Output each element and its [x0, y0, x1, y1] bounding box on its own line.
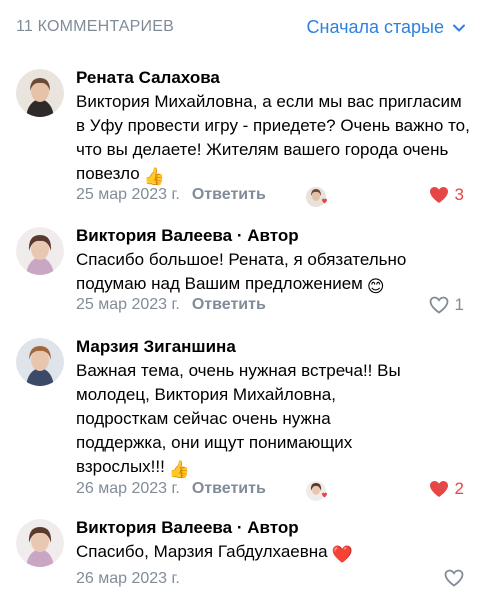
- comment-author[interactable]: Марзия Зиганшина: [76, 337, 236, 357]
- comment-text: Виктория Михайловна, а если мы вас пригл…: [76, 90, 472, 189]
- like-button[interactable]: [444, 569, 464, 587]
- avatar[interactable]: [16, 69, 64, 117]
- like-button[interactable]: 3: [429, 185, 464, 205]
- sort-order-label: Сначала старые: [306, 17, 444, 37]
- like-count: 2: [454, 479, 464, 498]
- thumbs-up-emoji-icon: 👍: [168, 460, 191, 479]
- author-name: Виктория Валеева: [76, 518, 233, 537]
- comment-date: 26 мар 2023 г.: [76, 480, 180, 497]
- comment-author[interactable]: Виктория Валеева · Автор: [76, 518, 299, 538]
- avatar[interactable]: [16, 227, 64, 275]
- heart-outline-icon: [444, 569, 464, 587]
- comment-text: Важная тема, очень нужная встреча!! Вы м…: [76, 359, 416, 482]
- heart-outline-icon: [429, 296, 448, 314]
- comments-count: 11 КОММЕНТАРИЕВ: [16, 18, 174, 35]
- comment-meta: 25 мар 2023 г. Ответить: [76, 186, 266, 204]
- reply-button[interactable]: Ответить: [192, 296, 266, 314]
- reply-button[interactable]: Ответить: [192, 186, 266, 204]
- comment-date: 25 мар 2023 г.: [76, 296, 180, 313]
- comment-body: Виктория Михайловна, а если мы вас пригл…: [76, 92, 470, 183]
- comment-body: Спасибо большое! Рената, я обязательно п…: [76, 250, 407, 293]
- comment-text: Спасибо большое! Рената, я обязательно п…: [76, 248, 472, 299]
- like-button[interactable]: 1: [429, 295, 464, 315]
- heart-filled-icon: [429, 187, 448, 203]
- smile-emoji-icon: 😊: [366, 277, 385, 296]
- comments-header: 11 КОММЕНТАРИЕВ Сначала старые: [0, 0, 482, 56]
- comment-date: 25 мар 2023 г.: [76, 186, 180, 203]
- like-button[interactable]: 2: [429, 479, 464, 499]
- red-heart-emoji-icon: ❤️: [331, 545, 353, 564]
- comment-body: Спасибо, Марзия Габдулхаевна: [76, 542, 328, 561]
- author-name: Марзия Зиганшина: [76, 337, 236, 356]
- avatar[interactable]: [16, 338, 64, 386]
- comment-text: Спасибо, Марзия Габдулхаевна ❤️: [76, 540, 472, 567]
- comment-meta: 25 мар 2023 г. Ответить: [76, 296, 266, 314]
- comment-meta: 26 мар 2023 г. Ответить: [76, 480, 266, 498]
- author-name: Рената Салахова: [76, 68, 220, 87]
- comment-meta: 26 мар 2023 г.: [76, 570, 180, 588]
- comment-date: 26 мар 2023 г.: [76, 570, 180, 587]
- author-name: Виктория Валеева: [76, 226, 233, 245]
- comment-author[interactable]: Виктория Валеева · Автор: [76, 226, 299, 246]
- author-badge: · Автор: [236, 518, 299, 537]
- sort-order-dropdown[interactable]: Сначала старые: [307, 17, 466, 38]
- author-badge: · Автор: [236, 226, 299, 245]
- liker-avatar-icon[interactable]: [306, 480, 328, 502]
- heart-filled-icon: [429, 481, 448, 497]
- like-count: 3: [454, 185, 464, 204]
- liker-avatar-icon[interactable]: [306, 186, 328, 208]
- comment-author[interactable]: Рената Салахова: [76, 68, 220, 88]
- reply-button[interactable]: Ответить: [192, 480, 266, 498]
- comment-body: Важная тема, очень нужная встреча!! Вы м…: [76, 361, 401, 476]
- chevron-down-icon: [453, 24, 465, 31]
- like-count: 1: [454, 295, 464, 314]
- avatar[interactable]: [16, 519, 64, 567]
